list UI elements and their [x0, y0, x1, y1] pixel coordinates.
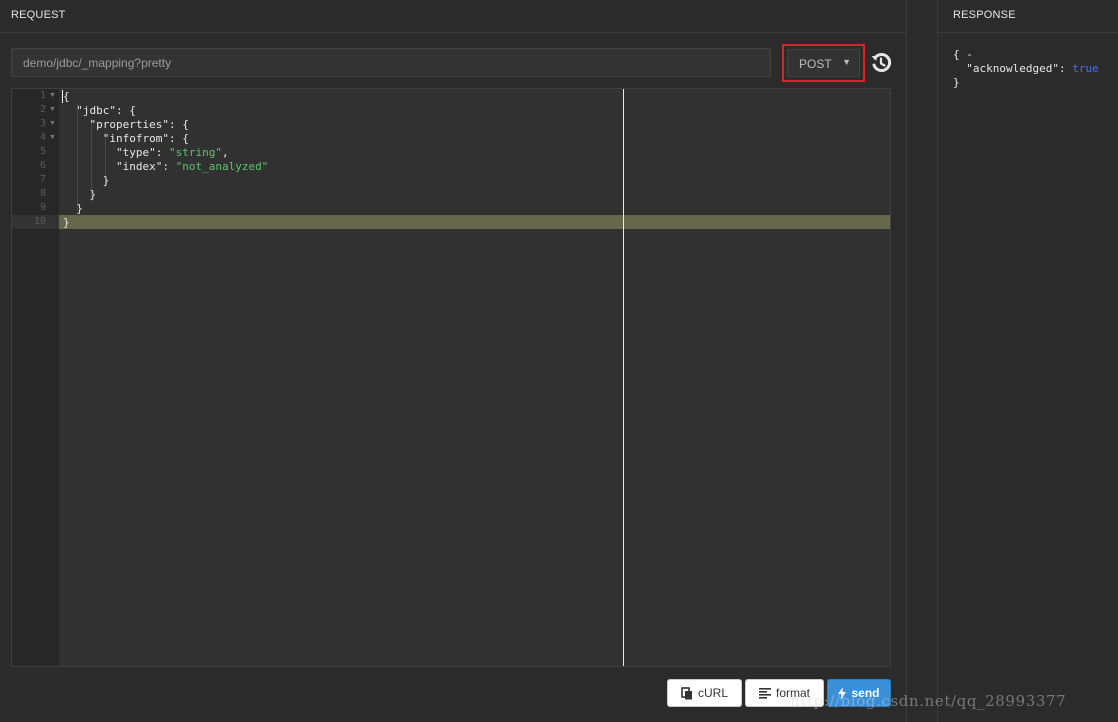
line-number: 5 — [39, 146, 46, 157]
history-icon[interactable] — [870, 52, 892, 74]
request-body-editor[interactable]: 1 2 3 4 5 6 7 8 9 10 ▼ ▼ ▼ ▼ { "jdbc": {… — [11, 88, 891, 667]
curl-button[interactable]: cURL — [667, 679, 742, 707]
code-line: "jdbc": { — [63, 104, 136, 117]
caret-down-icon: ▼ — [842, 57, 851, 67]
fold-toggle-icon[interactable]: ▼ — [49, 92, 56, 99]
code-line: } — [63, 216, 70, 229]
line-number: 2 — [39, 104, 46, 115]
line-number: 3 — [39, 118, 46, 129]
method-select-value: POST — [799, 57, 832, 71]
request-title: REQUEST — [11, 9, 66, 21]
fold-toggle-icon[interactable]: ▼ — [49, 120, 56, 127]
align-left-icon — [758, 687, 771, 699]
line-number: 7 — [39, 174, 46, 185]
method-select[interactable]: POST ▼ — [787, 49, 860, 77]
code-line: } — [63, 202, 83, 215]
line-number: 6 — [39, 160, 46, 171]
active-line-highlight — [59, 215, 890, 229]
fold-toggle-icon[interactable]: ▼ — [49, 106, 56, 113]
print-margin — [623, 89, 624, 666]
code-line: } — [63, 188, 97, 201]
watermark: http://blog.csdn.net/qq_28993377 — [790, 692, 1067, 710]
line-number: 8 — [39, 188, 46, 199]
line-number: 9 — [39, 202, 46, 213]
text-cursor — [62, 90, 63, 103]
curl-button-label: cURL — [697, 686, 728, 700]
response-value: true — [1072, 62, 1099, 75]
code-line: "infofrom": { — [63, 132, 189, 145]
code-line: } — [63, 174, 110, 187]
response-key: "acknowledged" — [966, 62, 1059, 75]
code-line: "properties": { — [63, 118, 189, 131]
panel-divider-left — [906, 0, 907, 722]
response-line: } — [953, 76, 960, 89]
code-line: "index": "not_analyzed" — [63, 160, 269, 173]
code-line: "type": "string", — [63, 146, 229, 159]
line-number: 1 — [39, 90, 46, 101]
response-line: "acknowledged": true — [953, 62, 1099, 76]
fold-toggle-icon[interactable]: ▼ — [49, 134, 56, 141]
method-select-highlight: POST ▼ — [782, 44, 865, 82]
clipboard-icon — [681, 686, 692, 699]
panel-divider-right — [937, 0, 938, 722]
request-header-divider — [0, 32, 906, 33]
response-header-divider — [937, 32, 1118, 33]
url-input[interactable] — [11, 48, 771, 77]
response-colon: : — [1058, 62, 1073, 75]
code-line: { — [63, 90, 70, 103]
line-number: 4 — [39, 132, 46, 143]
response-title: RESPONSE — [953, 9, 1016, 21]
line-number: 10 — [33, 216, 46, 227]
response-line: { - — [953, 48, 973, 61]
response-body: { - "acknowledged": true} — [953, 48, 1099, 90]
